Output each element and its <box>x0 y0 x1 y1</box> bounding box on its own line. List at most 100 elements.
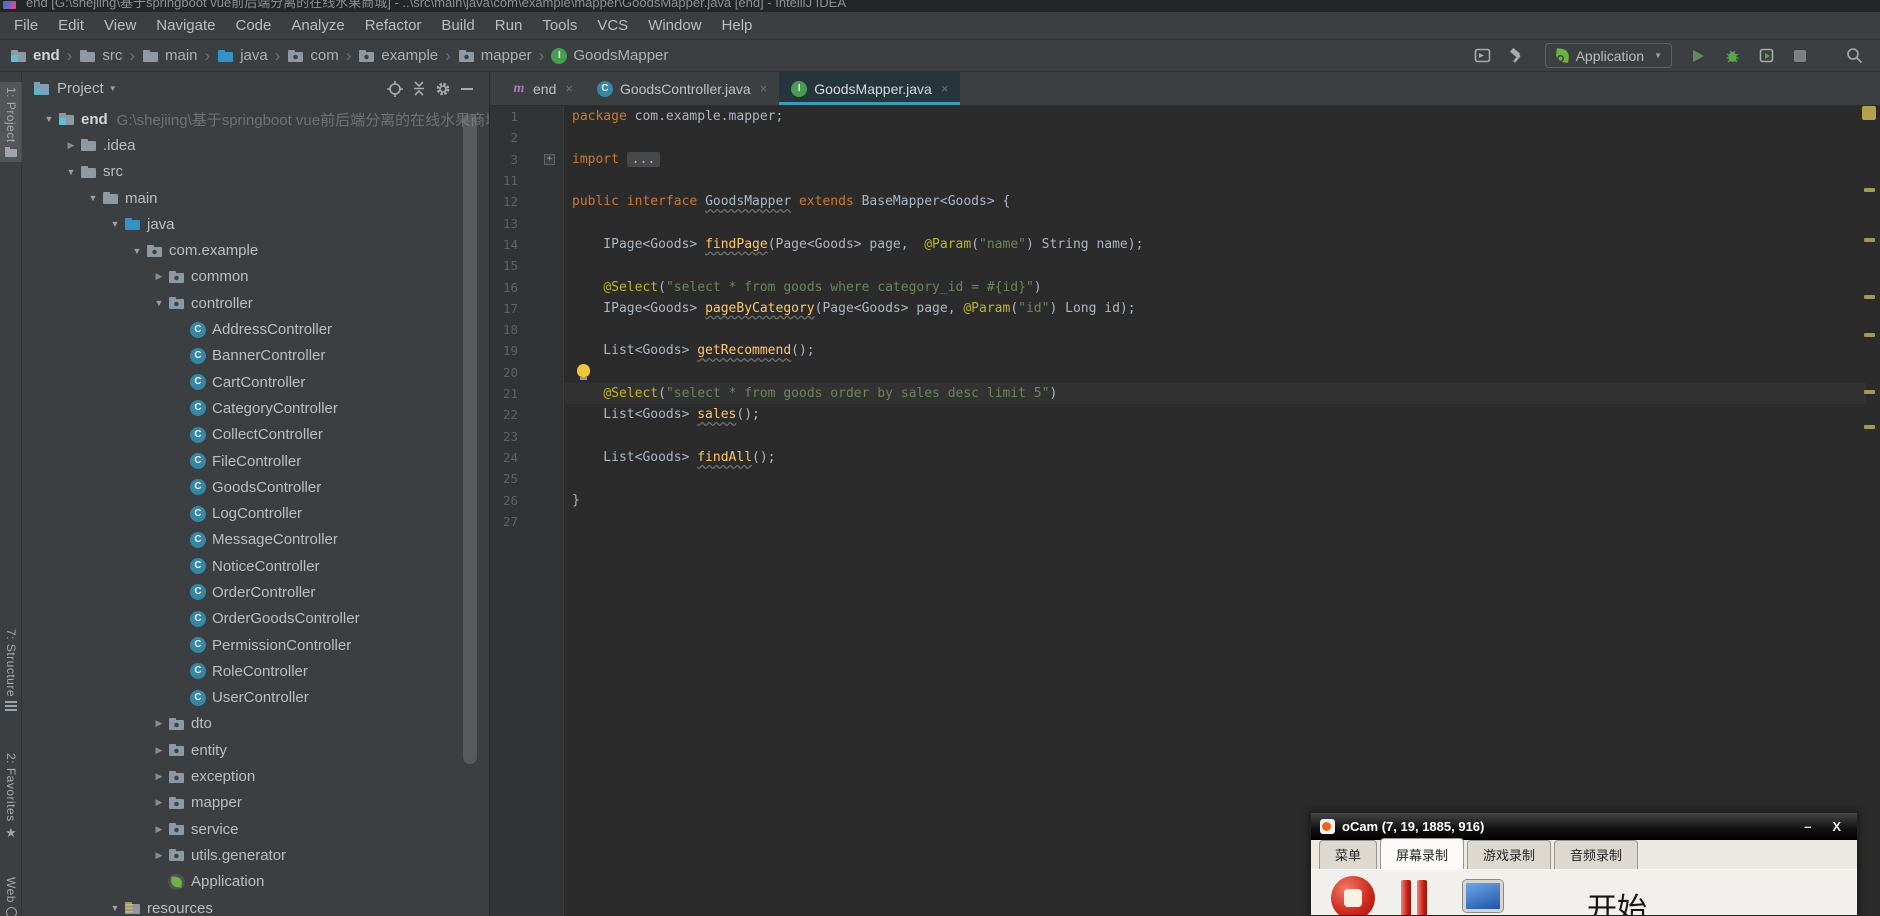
tree-row-utils.generator[interactable]: ▶ utils.generator <box>22 842 489 868</box>
tree-expand-arrow[interactable]: ▶ <box>150 850 168 861</box>
tree-row-noticecontroller[interactable]: C NoticeController <box>22 553 489 579</box>
tree-row-common[interactable]: ▶ common <box>22 264 489 290</box>
code-line[interactable]: 26 } <box>490 490 1880 511</box>
menu-item[interactable]: VCS <box>587 12 638 39</box>
menu-item[interactable]: Navigate <box>146 12 225 39</box>
tree-expand-arrow[interactable]: ▼ <box>40 114 58 124</box>
locate-file-button[interactable] <box>383 77 407 101</box>
tree-row-logcontroller[interactable]: C LogController <box>22 500 489 526</box>
intention-bulb-icon[interactable] <box>577 364 590 377</box>
code-line[interactable]: 16 @Select("select * from goods where ca… <box>490 277 1880 298</box>
ocam-tab-3[interactable]: 音频录制 <box>1554 840 1638 869</box>
run-button[interactable] <box>1686 44 1710 68</box>
run-with-coverage-button[interactable] <box>1754 44 1778 68</box>
breadcrumb-item[interactable]: main <box>142 47 198 64</box>
code-line[interactable]: 23 <box>490 426 1880 447</box>
editor-tab-goodscontroller.java[interactable]: C GoodsController.java × <box>585 72 779 105</box>
code-line[interactable]: 17 IPage<Goods> pageByCategory(Page<Good… <box>490 298 1880 319</box>
warning-marker[interactable] <box>1864 390 1875 394</box>
tree-row-main[interactable]: ▼ main <box>22 185 489 211</box>
breadcrumb-item[interactable]: end <box>10 47 60 64</box>
breadcrumb-item[interactable]: example <box>358 47 438 64</box>
menu-item[interactable]: File <box>4 12 48 39</box>
tree-expand-arrow[interactable]: ▶ <box>62 140 80 151</box>
ocam-minimize-button[interactable]: – <box>1797 818 1818 836</box>
breadcrumb-item[interactable]: com <box>287 47 338 64</box>
tree-row-java[interactable]: ▼ java <box>22 211 489 237</box>
tree-expand-arrow[interactable]: ▶ <box>150 797 168 808</box>
menu-item[interactable]: Help <box>712 12 763 39</box>
editor-tab-end[interactable]: m end × <box>500 72 585 105</box>
menu-item[interactable]: Run <box>485 12 533 39</box>
chevron-down-icon[interactable]: ▼ <box>109 84 117 93</box>
tree-expand-arrow[interactable]: ▶ <box>150 771 168 782</box>
tree-expand-arrow[interactable]: ▼ <box>106 903 124 913</box>
search-everywhere-icon[interactable] <box>1842 44 1866 68</box>
ocam-tab-2[interactable]: 游戏录制 <box>1467 840 1551 869</box>
tree-row-application[interactable]: Application <box>22 869 489 895</box>
tree-row-cartcontroller[interactable]: C CartController <box>22 369 489 395</box>
tree-row-mapper[interactable]: ▶ mapper <box>22 790 489 816</box>
tree-row-dto[interactable]: ▶ dto <box>22 711 489 737</box>
stripe-button-project[interactable]: 1: Project <box>0 82 22 162</box>
code-editor[interactable]: 1 package com.example.mapper; 2 3 + impo… <box>490 106 1880 916</box>
warning-marker[interactable] <box>1864 238 1875 242</box>
code-line[interactable]: 21 @Select("select * from goods order by… <box>490 383 1880 404</box>
tree-row-bannercontroller[interactable]: C BannerController <box>22 343 489 369</box>
warning-marker[interactable] <box>1864 295 1875 299</box>
tree-expand-arrow[interactable]: ▶ <box>150 745 168 756</box>
menu-item[interactable]: Window <box>638 12 711 39</box>
menu-item[interactable]: Refactor <box>355 12 432 39</box>
tree-row-com.example[interactable]: ▼ com.example <box>22 237 489 263</box>
debug-button[interactable] <box>1720 44 1744 68</box>
code-line[interactable]: 18 <box>490 319 1880 340</box>
code-line[interactable]: 14 IPage<Goods> findPage(Page<Goods> pag… <box>490 234 1880 255</box>
tree-row-messagecontroller[interactable]: C MessageController <box>22 527 489 553</box>
tree-row-entity[interactable]: ▶ entity <box>22 737 489 763</box>
tree-row-src[interactable]: ▼ src <box>22 159 489 185</box>
code-line[interactable]: 24 List<Goods> findAll(); <box>490 447 1880 468</box>
code-line[interactable]: 13 <box>490 213 1880 234</box>
screen-select-icon[interactable] <box>1463 880 1503 912</box>
tree-row-rolecontroller[interactable]: C RoleController <box>22 658 489 684</box>
menu-item[interactable]: Analyze <box>281 12 354 39</box>
ocam-titlebar[interactable]: oCam (7, 19, 1885, 916) – X <box>1311 813 1857 840</box>
menu-item[interactable]: View <box>94 12 146 39</box>
tree-row-goodscontroller[interactable]: C GoodsController <box>22 474 489 500</box>
tree-expand-arrow[interactable]: ▼ <box>106 219 124 229</box>
tree-expand-arrow[interactable]: ▶ <box>150 271 168 282</box>
code-line[interactable]: 11 <box>490 170 1880 191</box>
warning-marker[interactable] <box>1864 425 1875 429</box>
tree-row-exception[interactable]: ▶ exception <box>22 763 489 789</box>
tool-windows-icon[interactable] <box>1471 44 1495 68</box>
breadcrumb-item[interactable]: src <box>79 47 122 64</box>
code-line[interactable]: 1 package com.example.mapper; <box>490 106 1880 127</box>
gear-icon[interactable] <box>431 77 455 101</box>
collapse-all-button[interactable] <box>407 77 431 101</box>
code-line[interactable]: 12 public interface GoodsMapper extends … <box>490 191 1880 212</box>
tree-row-addresscontroller[interactable]: C AddressController <box>22 316 489 342</box>
inspection-status-indicator[interactable] <box>1862 106 1876 120</box>
tree-expand-arrow[interactable]: ▶ <box>150 718 168 729</box>
build-hammer-icon[interactable] <box>1505 44 1529 68</box>
menu-item[interactable]: Code <box>225 12 281 39</box>
tree-expand-arrow[interactable]: ▼ <box>62 167 80 177</box>
ocam-close-button[interactable]: X <box>1825 818 1848 836</box>
fold-toggle-icon[interactable]: + <box>544 154 555 165</box>
code-line[interactable]: 20 <box>490 362 1880 383</box>
warning-marker[interactable] <box>1864 333 1875 337</box>
menu-item[interactable]: Edit <box>48 12 94 39</box>
breadcrumb-item[interactable]: mapper <box>458 47 532 64</box>
tree-row-ordergoodscontroller[interactable]: C OrderGoodsController <box>22 606 489 632</box>
tree-expand-arrow[interactable]: ▶ <box>150 824 168 835</box>
tree-row-.idea[interactable]: ▶ .idea <box>22 132 489 158</box>
ocam-tab-0[interactable]: 菜单 <box>1319 840 1377 869</box>
code-line[interactable]: 25 <box>490 468 1880 489</box>
menu-item[interactable]: Tools <box>532 12 587 39</box>
code-line[interactable]: 3 + import ... <box>490 149 1880 170</box>
tree-row-controller[interactable]: ▼ controller <box>22 290 489 316</box>
project-scrollbar-thumb[interactable] <box>463 114 477 764</box>
stripe-button-web[interactable]: Web <box>0 872 22 916</box>
record-stop-button[interactable] <box>1331 876 1375 916</box>
ocam-tab-1[interactable]: 屏幕录制 <box>1380 838 1464 869</box>
